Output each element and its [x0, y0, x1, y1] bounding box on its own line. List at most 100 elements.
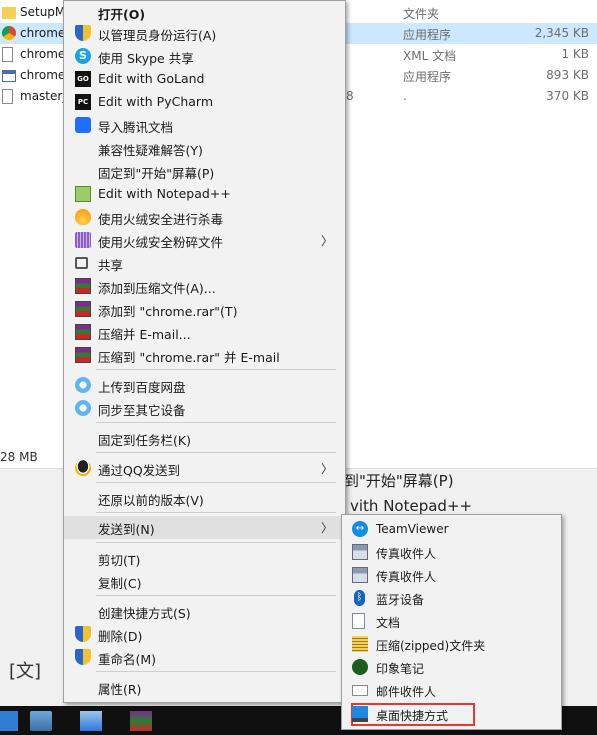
menu-separator — [96, 482, 336, 483]
send-to-desktop-shortcut[interactable]: 桌面快捷方式 — [351, 703, 475, 726]
file-type: XML 文档 — [403, 49, 457, 63]
fax-icon — [352, 567, 368, 583]
menu-item-compress-email[interactable]: 压缩并 E-mail... — [64, 321, 345, 344]
send-to-zip-folder[interactable]: 压缩(zipped)文件夹 — [342, 633, 561, 656]
winrar-icon — [75, 347, 91, 363]
menu-separator — [96, 595, 336, 596]
menu-item-copy[interactable]: 复制(C) — [64, 570, 345, 593]
send-to-teamviewer[interactable]: ↔ TeamViewer — [342, 518, 561, 541]
menu-item-edit-pycharm[interactable]: PC Edit with PyCharm — [64, 91, 345, 114]
menu-item-label: Edit with GoLand — [98, 71, 205, 86]
menu-item-label: 共享 — [98, 258, 124, 273]
submenu-item-label: 桌面快捷方式 — [376, 709, 449, 723]
status-bar-size: 28 MB — [0, 450, 38, 464]
menu-item-label: 添加到 "chrome.rar"(T) — [98, 304, 238, 319]
menu-item-share[interactable]: 共享 — [64, 252, 345, 275]
menu-item-huorong-shred[interactable]: 使用火绒安全粉碎文件 〉 — [64, 229, 345, 252]
file-type: 文件夹 — [403, 7, 440, 21]
send-to-documents[interactable]: 文档 — [342, 610, 561, 633]
menu-item-pin-start[interactable]: 固定到"开始"屏幕(P) — [64, 160, 345, 183]
menu-item-delete[interactable]: 删除(D) — [64, 623, 345, 646]
submenu-chevron-icon: 〉 — [320, 521, 333, 535]
remote-desktop-icon[interactable] — [80, 711, 102, 731]
submenu-chevron-icon: 〉 — [320, 462, 333, 476]
fax-icon — [352, 544, 368, 560]
menu-item-label: 删除(D) — [98, 629, 143, 644]
menu-item-properties[interactable]: 属性(R) — [64, 676, 345, 699]
menu-item-label: 重命名(M) — [98, 652, 157, 667]
background-menu-text: 到"开始"屏幕(P) — [344, 472, 454, 490]
menu-separator — [96, 542, 336, 543]
menu-item-cut[interactable]: 剪切(T) — [64, 547, 345, 570]
submenu-item-label: 传真收件人 — [376, 570, 437, 584]
desktop-icon — [352, 706, 368, 722]
menu-item-baidu-upload[interactable]: 上传到百度网盘 — [64, 374, 345, 397]
menu-item-compress-rar-email[interactable]: 压缩到 "chrome.rar" 并 E-mail — [64, 344, 345, 367]
submenu-item-label: 文档 — [376, 616, 401, 630]
menu-item-edit-goland[interactable]: GO Edit with GoLand — [64, 68, 345, 91]
submenu-item-label: 蓝牙设备 — [376, 593, 425, 607]
menu-item-open[interactable]: 打开(O) — [64, 1, 345, 24]
network-computer-icon[interactable] — [30, 711, 52, 731]
evernote-icon — [352, 659, 368, 675]
file-size: 370 KB — [546, 89, 589, 103]
menu-item-compatibility[interactable]: 兼容性疑难解答(Y) — [64, 137, 345, 160]
menu-item-label: 还原以前的版本(V) — [98, 493, 204, 508]
menu-item-label: 使用火绒安全进行杀毒 — [98, 212, 224, 227]
file-name: master_ — [20, 89, 69, 103]
uac-shield-icon — [75, 649, 91, 665]
mail-icon — [352, 685, 368, 696]
menu-item-create-shortcut[interactable]: 创建快捷方式(S) — [64, 600, 345, 623]
menu-item-label: 兼容性疑难解答(Y) — [98, 143, 203, 158]
winrar-icon[interactable] — [130, 711, 152, 731]
translate-glyph: 文 — [16, 661, 35, 682]
send-to-fax-recipient[interactable]: 传真收件人 — [342, 564, 561, 587]
menu-item-label: 压缩并 E-mail... — [98, 327, 191, 342]
qq-icon — [75, 460, 91, 476]
menu-item-tencent-docs[interactable]: 导入腾讯文档 — [64, 114, 345, 137]
menu-item-skype-share[interactable]: S 使用 Skype 共享 — [64, 45, 345, 68]
menu-item-add-archive[interactable]: 添加到压缩文件(A)... — [64, 275, 345, 298]
send-to-evernote[interactable]: 印象笔记 — [342, 656, 561, 679]
menu-item-label: 通过QQ发送到 — [98, 463, 181, 478]
send-to-bluetooth[interactable]: ᛒ 蓝牙设备 — [342, 587, 561, 610]
menu-item-label: 发送到(N) — [98, 522, 155, 537]
submenu-item-label: TeamViewer — [376, 522, 449, 536]
menu-item-send-to[interactable]: 发送到(N) 〉 — [64, 516, 345, 539]
file-type: 应用程序 — [403, 70, 452, 84]
uac-shield-icon — [75, 25, 91, 41]
zip-folder-icon — [352, 636, 368, 652]
menu-separator — [96, 671, 336, 672]
menu-item-baidu-sync[interactable]: 同步至其它设备 — [64, 397, 345, 420]
winrar-icon — [75, 324, 91, 340]
file-size: 2,345 KB — [534, 26, 589, 40]
application-icon — [2, 70, 16, 82]
menu-item-label: 同步至其它设备 — [98, 403, 186, 418]
menu-item-rename[interactable]: 重命名(M) — [64, 646, 345, 669]
send-to-fax-recipient[interactable]: 传真收件人 — [342, 541, 561, 564]
file-type: . — [403, 89, 407, 103]
translate-icon[interactable]: [文] — [9, 657, 41, 683]
menu-item-pin-taskbar[interactable]: 固定到任务栏(K) — [64, 427, 345, 450]
menu-separator — [96, 422, 336, 423]
app-icon[interactable] — [0, 711, 18, 731]
baidu-cloud-icon — [75, 400, 91, 416]
menu-item-qq-send[interactable]: 通过QQ发送到 〉 — [64, 457, 345, 480]
send-to-mail-recipient[interactable]: 邮件收件人 — [342, 679, 561, 702]
menu-item-label: 复制(C) — [98, 576, 142, 591]
menu-item-label: 上传到百度网盘 — [98, 380, 186, 395]
file-name: chrome — [20, 47, 66, 61]
shredder-icon — [75, 232, 91, 248]
teamviewer-icon: ↔ — [352, 521, 368, 537]
menu-item-run-as-admin[interactable]: 以管理员身份运行(A) — [64, 22, 345, 45]
menu-item-add-to-rar[interactable]: 添加到 "chrome.rar"(T) — [64, 298, 345, 321]
menu-item-label: 添加到压缩文件(A)... — [98, 281, 216, 296]
menu-item-label: 以管理员身份运行(A) — [98, 28, 217, 43]
submenu-item-label: 压缩(zipped)文件夹 — [376, 639, 486, 653]
menu-item-restore-versions[interactable]: 还原以前的版本(V) — [64, 487, 345, 510]
pycharm-icon: PC — [75, 94, 91, 110]
menu-item-label: 属性(R) — [98, 682, 142, 697]
file-name: chrome — [20, 26, 66, 40]
menu-item-huorong-scan[interactable]: 使用火绒安全进行杀毒 — [64, 206, 345, 229]
menu-item-notepadpp[interactable]: Edit with Notepad++ — [64, 183, 345, 206]
